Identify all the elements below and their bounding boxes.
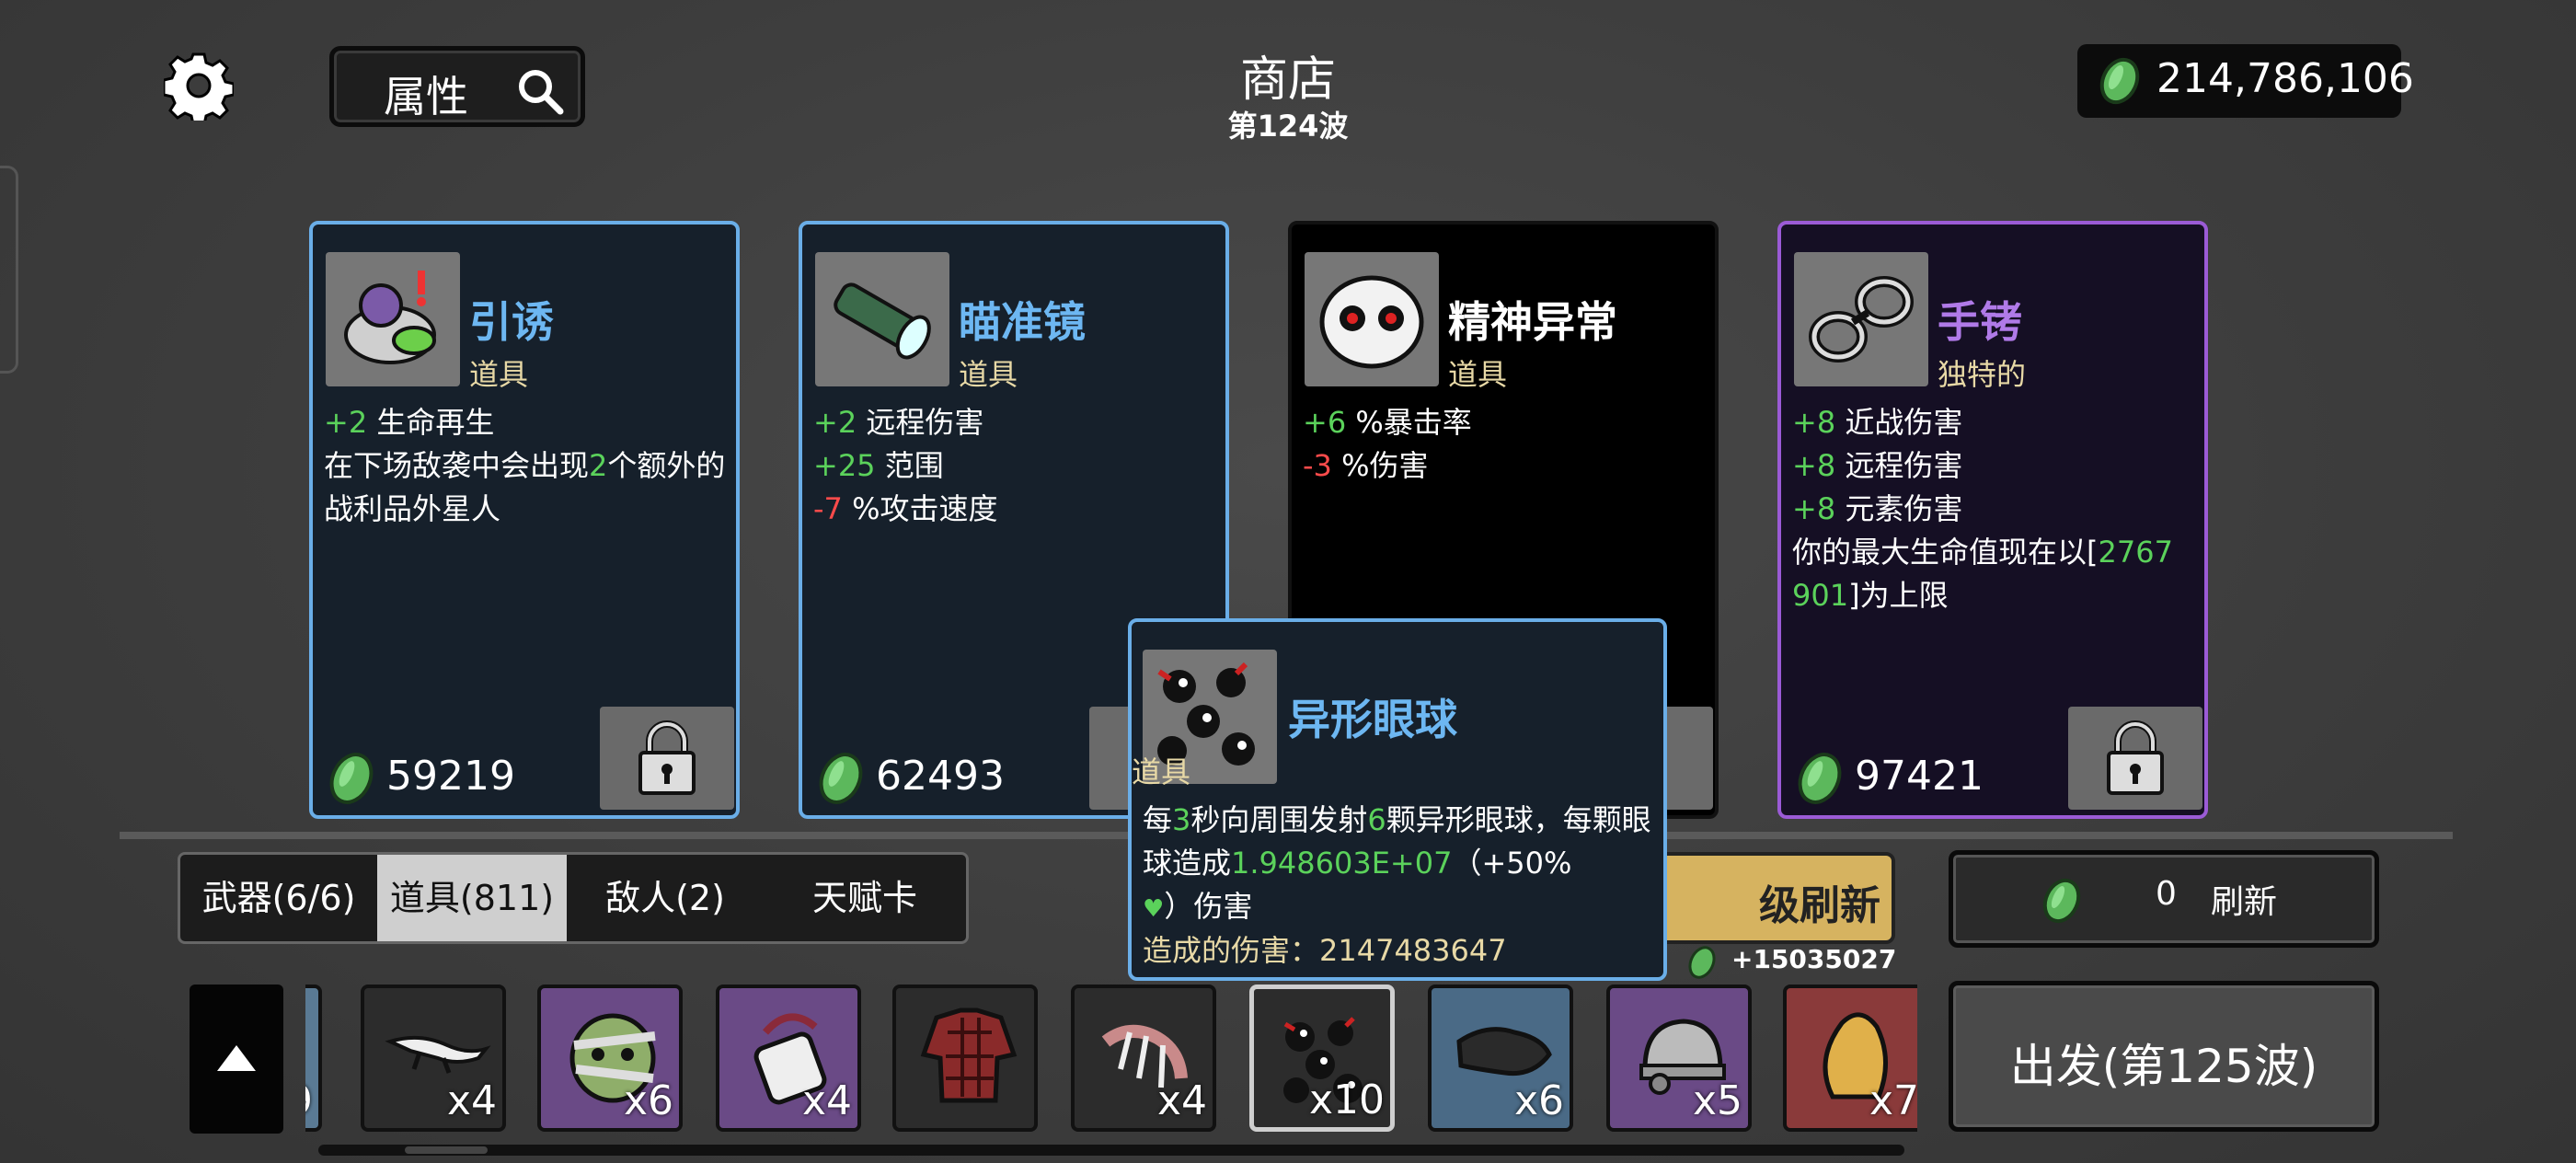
- lock-button[interactable]: [600, 707, 734, 810]
- tab-enemies[interactable]: 敌人(2): [567, 855, 764, 941]
- inventory-item[interactable]: x4: [361, 985, 506, 1132]
- search-icon: [519, 70, 564, 115]
- inventory-item[interactable]: x7: [1783, 985, 1917, 1132]
- refresh-cost: 0: [2156, 875, 2177, 913]
- lock-icon: [2107, 720, 2164, 795]
- expand-inventory-button[interactable]: [190, 985, 283, 1134]
- material-coin-icon: [1688, 946, 1716, 979]
- material-coin-icon: [329, 753, 374, 804]
- page-title: 商店: [1239, 52, 1336, 108]
- tooltip-damage-dealt: 造成的伤害：2147483647: [1143, 933, 1507, 968]
- refresh-button[interactable]: 0 刷新: [1949, 850, 2379, 948]
- item-name: 瞄准镜: [959, 297, 1086, 347]
- lure-icon: [326, 252, 460, 386]
- currency-value: 214,786,106: [2156, 55, 2414, 102]
- refresh-label: 刷新: [2211, 883, 2278, 921]
- inventory-item[interactable]: 9: [305, 985, 322, 1132]
- item-price: 59219: [386, 753, 515, 800]
- material-coin-icon: [819, 753, 863, 804]
- item-description: +2 生命再生 在下场敌袭中会出现2个额外的战利品外星人: [324, 405, 726, 526]
- item-price: 97421: [1855, 753, 1984, 800]
- lizard-icon: [385, 1035, 491, 1074]
- handcuffs-icon: [1794, 252, 1928, 386]
- item-price: 62493: [876, 753, 1005, 800]
- item-type: 道具: [1448, 357, 1508, 392]
- inventory-item-selected[interactable]: x10: [1249, 985, 1395, 1132]
- material-coin-icon: [2042, 878, 2081, 924]
- item-name: 引诱: [469, 297, 554, 347]
- go-next-wave-button[interactable]: 出发(第125波): [1949, 981, 2379, 1132]
- mask-face-icon: [1305, 252, 1439, 386]
- inventory-item[interactable]: x4: [716, 985, 861, 1132]
- inventory-item[interactable]: x4: [1071, 985, 1216, 1132]
- settings-gear-icon[interactable]: [162, 51, 236, 126]
- shop-card-lure[interactable]: 引诱 道具 +2 生命再生 在下场敌袭中会出现2个额外的战利品外星人 59219: [309, 221, 740, 819]
- tooltip-item-type: 道具: [1132, 754, 1191, 789]
- currency-display: 214,786,106: [2077, 44, 2414, 118]
- item-type: 道具: [469, 357, 529, 392]
- item-description: +6 %暴击率 -3 %伤害: [1303, 405, 1472, 483]
- tooltip-item-name: 异形眼球: [1288, 695, 1457, 744]
- material-coin-icon: [1798, 753, 1842, 804]
- lock-icon: [638, 720, 696, 795]
- item-name: 手铐: [1938, 297, 2022, 347]
- wave-label: 第124波: [1227, 109, 1349, 144]
- tab-items[interactable]: 道具(811): [377, 855, 567, 941]
- inventory-item[interactable]: x6: [537, 985, 683, 1132]
- lock-button[interactable]: [2068, 707, 2202, 810]
- item-description: +2 远程伤害 +25 范围 -7 %攻击速度: [813, 405, 998, 526]
- inventory-scrollbar[interactable]: [318, 1145, 1904, 1156]
- item-description: +8 近战伤害 +8 远程伤害 +8 元素伤害 你的最大生命值现在以[27679…: [1792, 405, 2173, 613]
- tab-weapons[interactable]: 武器(6/6): [180, 855, 377, 941]
- inventory-item[interactable]: x5: [1606, 985, 1752, 1132]
- flannel-shirt-icon: [920, 1008, 1018, 1103]
- shop-card-handcuffs[interactable]: 手铐 独特的 +8 近战伤害 +8 远程伤害 +8 元素伤害 你的最大生命值现在…: [1777, 221, 2208, 819]
- category-tabs: 武器(6/6) 道具(811) 敌人(2) 天赋卡: [178, 852, 969, 944]
- item-name: 精神异常: [1448, 297, 1617, 347]
- material-coin-icon: [2099, 57, 2140, 105]
- attribute-search-box[interactable]: 属性: [329, 46, 585, 127]
- inventory-strip[interactable]: 9 x4 x6 x4 x4: [305, 985, 1917, 1141]
- item-type: 道具: [959, 357, 1018, 392]
- item-type: 独特的: [1938, 357, 2027, 392]
- item-tooltip: 异形眼球 道具 每3秒向周围发射6颗异形眼球，每颗眼球造成1.948603E+0…: [1128, 618, 1667, 981]
- search-label: 属性: [384, 72, 468, 121]
- triangle-up-icon: [217, 1045, 256, 1071]
- scrollbar-thumb[interactable]: [405, 1146, 488, 1154]
- upgrade-refresh-button[interactable]: 级刷新: [1656, 852, 1895, 944]
- tab-talent-cards[interactable]: 天赋卡: [764, 855, 966, 941]
- inventory-item[interactable]: [892, 985, 1038, 1132]
- heart-icon: ♥: [1143, 895, 1165, 923]
- tooltip-description: 每3秒向周围发射6颗异形眼球，每颗眼球造成1.948603E+07（+50% ♥…: [1143, 802, 1651, 924]
- side-panel-edge[interactable]: [0, 166, 18, 374]
- inventory-item[interactable]: x6: [1428, 985, 1573, 1132]
- scope-icon: [815, 252, 949, 386]
